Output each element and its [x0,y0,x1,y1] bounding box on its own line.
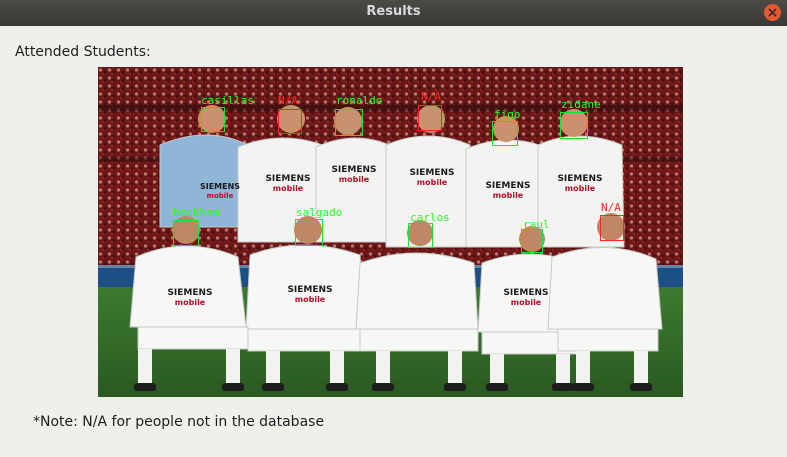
face-box-unknown-2 [418,105,442,131]
shirt-sub-2: mobile [273,184,304,193]
face-label-ronaldo: ronaldo [336,94,383,107]
face-box-unknown-3 [600,215,624,241]
shirt-sub-1: mobile [207,192,234,200]
face-label-beckham: beckham [173,206,220,219]
shirt-sub-8: mobile [295,295,326,304]
shirt-brand-4: SIEMENS [409,168,454,178]
face-label-unknown-3: N/A [601,201,621,214]
shirt-sub-6: mobile [565,184,596,193]
close-icon [768,8,777,17]
face-label-casillas: casillas [201,94,254,107]
face-label-salgado: salgado [296,206,343,219]
face-box-carlos [408,223,433,248]
shirt-brand-8: SIEMENS [287,285,332,295]
shirt-sub-4: mobile [417,178,448,187]
face-label-carlos: carlos [410,211,450,224]
shirt-brand-2: SIEMENS [265,174,310,184]
shirt-brand-9: SIEMENS [503,288,548,298]
shirt-sub-5: mobile [493,191,524,200]
face-box-raul [521,229,543,253]
shirt-brand-7: SIEMENS [167,288,212,298]
face-label-zidane: zidane [561,98,601,111]
window-title: Results [366,4,421,19]
face-box-salgado [295,219,323,246]
face-box-ronaldo [335,109,363,136]
shirt-brand-3: SIEMENS [331,165,376,175]
face-box-zidane [560,112,588,139]
results-panel: Attended Students: SIEMENS mobile SIEMEN… [0,26,787,457]
team-photo: SIEMENS mobile SIEMENS mobile SIEMENS mo… [98,67,683,397]
shirt-sub-9: mobile [511,298,542,307]
face-label-figo: figo [494,108,521,121]
face-label-raul: raul [523,218,550,231]
shirt-brand-6: SIEMENS [557,174,602,184]
shirt-sub-3: mobile [339,175,370,184]
shirt-brand-5: SIEMENS [485,181,530,191]
shirt-sub-7: mobile [175,298,206,307]
face-label-unknown-1: N/A [278,94,298,107]
close-button[interactable] [764,4,781,21]
front-row [129,244,663,355]
database-note: *Note: N/A for people not in the databas… [33,414,325,430]
face-box-beckham [173,220,199,246]
face-label-unknown-2: N/A [421,90,441,103]
face-box-figo [492,121,518,146]
shirt-brand-1: SIEMENS [200,182,240,191]
face-box-unknown-1 [278,109,302,134]
attended-heading: Attended Students: [15,44,151,60]
face-box-casillas [201,107,225,132]
title-bar: Results [0,0,787,26]
